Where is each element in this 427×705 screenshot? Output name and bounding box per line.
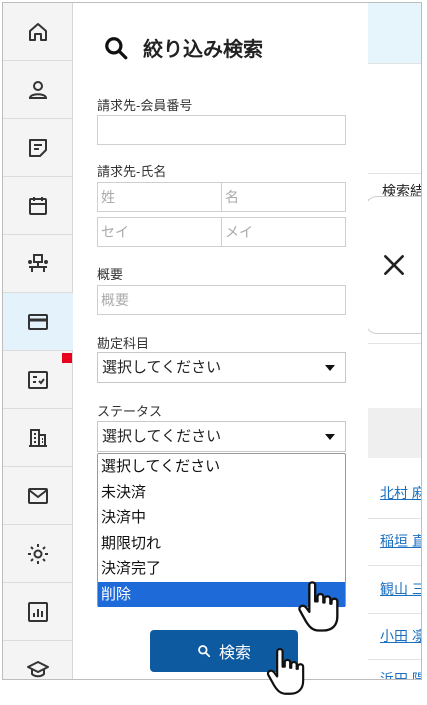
customer-link[interactable]: 小田 凛 xyxy=(380,626,421,646)
status-select-value: 選択してください xyxy=(102,428,222,445)
account-select[interactable]: 選択してください xyxy=(97,352,346,383)
person-icon xyxy=(28,80,48,99)
panel-title-text: 絞り込み検索 xyxy=(143,39,263,61)
sidebar-item-education[interactable] xyxy=(3,641,73,679)
sidebar-item-calendar[interactable] xyxy=(3,177,73,235)
hand-cursor-icon xyxy=(298,581,339,632)
checklist-icon xyxy=(28,370,48,389)
summary-input[interactable]: 概要 xyxy=(97,285,346,315)
search-icon xyxy=(198,645,211,658)
mail-icon xyxy=(28,487,48,504)
results-header-band xyxy=(368,3,421,63)
divider xyxy=(368,613,421,614)
table-header-band xyxy=(368,408,421,458)
member-no-label: 請求先-会員番号 xyxy=(97,98,193,113)
dropdown-caret-icon xyxy=(325,434,335,440)
divider xyxy=(368,565,421,566)
divider xyxy=(368,518,421,519)
sidebar-item-mail[interactable] xyxy=(3,467,73,525)
dropdown-caret-icon xyxy=(325,365,335,371)
member-no-input[interactable] xyxy=(97,115,346,145)
sidebar-item-person[interactable] xyxy=(3,61,73,119)
account-label: 勘定科目 xyxy=(97,336,150,351)
home-icon xyxy=(29,22,47,41)
customer-link[interactable]: 稲垣 直 xyxy=(380,531,421,551)
sidebar-item-building[interactable] xyxy=(3,409,73,467)
status-option[interactable]: 未決済 xyxy=(98,480,345,506)
credit-card-icon xyxy=(28,313,48,330)
close-icon xyxy=(384,255,404,275)
first-name-input[interactable]: 名 xyxy=(221,182,346,212)
sidebar-item-organization[interactable] xyxy=(3,235,73,293)
search-icon xyxy=(105,36,128,59)
divider xyxy=(368,63,421,64)
sidebar-item-checklist[interactable] xyxy=(3,351,73,409)
last-name-kana-input[interactable]: セイ xyxy=(97,217,222,247)
status-option[interactable]: 期限切れ xyxy=(98,531,345,557)
calendar-icon xyxy=(29,196,47,215)
divider xyxy=(368,343,421,344)
note-icon xyxy=(29,138,47,157)
sidebar-item-settings[interactable] xyxy=(3,525,73,583)
report-icon xyxy=(28,601,48,622)
sidebar-item-note[interactable] xyxy=(3,119,73,177)
close-panel-button[interactable] xyxy=(365,196,421,334)
sidebar xyxy=(3,3,73,679)
account-select-value: 選択してください xyxy=(102,359,222,376)
sidebar-item-billing[interactable] xyxy=(3,293,73,351)
customer-link[interactable]: 北村 麻 xyxy=(380,483,421,503)
org-icon xyxy=(28,253,48,272)
customer-link[interactable]: 観山 三 xyxy=(380,579,421,599)
first-name-kana-input[interactable]: メイ xyxy=(221,217,346,247)
results-area: 検索結 北村 麻 稲垣 直 観山 三 小田 凛 浜田 陽 xyxy=(368,3,421,679)
customer-link[interactable]: 浜田 陽 xyxy=(380,669,421,679)
search-button-label: 検索 xyxy=(218,645,251,662)
summary-label: 概要 xyxy=(97,267,124,282)
building-icon xyxy=(29,428,47,447)
gear-icon xyxy=(28,543,48,564)
divider xyxy=(368,173,421,174)
hand-cursor-icon xyxy=(266,647,305,695)
app-frame: 検索結 北村 麻 稲垣 直 観山 三 小田 凛 浜田 陽 絞り込み検索 請求先-… xyxy=(2,2,422,680)
name-label: 請求先-氏名 xyxy=(97,164,167,179)
sidebar-item-report[interactable] xyxy=(3,583,73,641)
status-option[interactable]: 決済中 xyxy=(98,505,345,531)
status-option[interactable]: 選択してください xyxy=(98,454,345,480)
sidebar-item-home[interactable] xyxy=(3,3,73,61)
divider xyxy=(368,659,421,660)
graduation-cap-icon xyxy=(27,660,49,677)
status-label: ステータス xyxy=(97,404,163,419)
last-name-input[interactable]: 姓 xyxy=(97,182,222,212)
panel-title: 絞り込み検索 xyxy=(103,33,263,62)
status-select[interactable]: 選択してください xyxy=(97,421,346,452)
